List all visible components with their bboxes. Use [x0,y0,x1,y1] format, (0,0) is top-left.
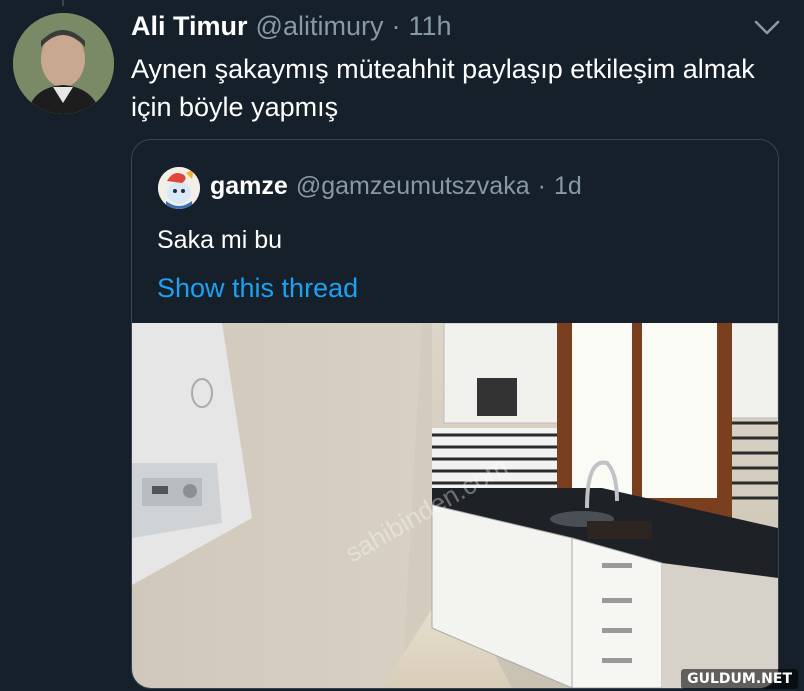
show-thread-link[interactable]: Show this thread [157,273,358,304]
kitchen-photo[interactable]: sahibinden.com [132,323,778,688]
quoted-avatar-image [158,167,200,209]
quoted-tweet-text: Saka mi bu [157,226,283,254]
tweet-header: Ali Timur @alitimury · 11h [131,11,452,45]
tweet-text: Aynen şakaymış müteahhit paylaşıp etkile… [131,54,755,122]
avatar-image [13,13,114,114]
quoted-author-handle[interactable]: @gamzeumutszvaka [296,172,530,201]
quoted-tweet-card[interactable]: gamze @gamzeumutszvaka · 1d Saka mi bu S… [131,139,779,689]
quoted-author-avatar[interactable] [158,167,200,209]
quoted-author-name[interactable]: gamze [210,172,288,201]
tweet-timestamp[interactable]: 11h [408,11,451,42]
quoted-tweet-timestamp[interactable]: 1d [554,172,582,201]
avatar[interactable] [13,13,114,114]
quoted-tweet-header: gamze @gamzeumutszvaka · 1d [210,172,582,201]
chevron-down-icon[interactable] [752,16,782,40]
site-watermark: GULDUM.NET [681,669,798,689]
thread-connector-line [62,0,64,6]
separator-dot: · [391,11,401,41]
author-name[interactable]: Ali Timur [131,11,248,42]
separator-dot: · [537,172,546,200]
author-handle[interactable]: @alitimury [256,11,384,42]
